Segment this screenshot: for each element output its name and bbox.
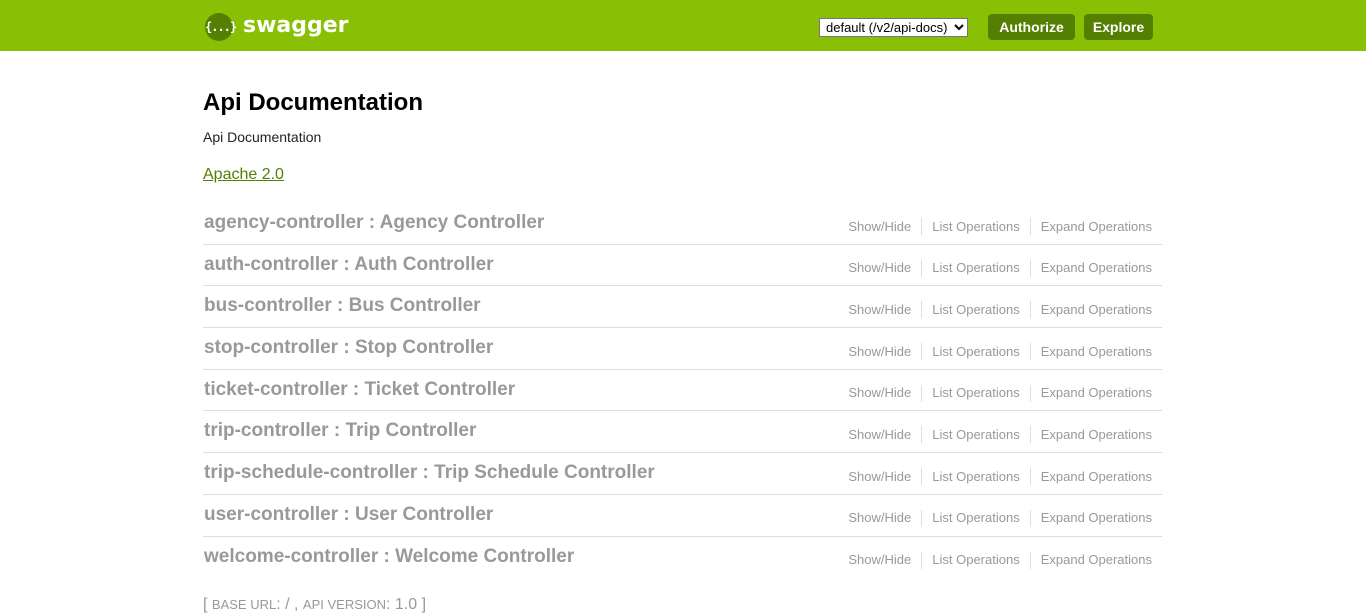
resource-row: welcome-controller : Welcome Controller … [203, 537, 1162, 579]
list-operations-link[interactable]: List Operations [922, 302, 1029, 318]
resource-row: auth-controller : Auth Controller Show/H… [203, 245, 1162, 287]
api-version-label: API VERSION [302, 597, 386, 612]
resource-operations: Show/Hide List Operations Expand Operation… [838, 426, 1152, 444]
resource-row: trip-schedule-controller : Trip Schedule… [203, 453, 1162, 495]
resource-operations: Show/Hide List Operations Expand Operation… [838, 384, 1152, 402]
show-hide-link[interactable]: Show/Hide [838, 219, 921, 235]
resource-title-auth[interactable]: auth-controller : Auth Controller [204, 254, 494, 276]
base-url-value: : / , [276, 596, 299, 613]
resource-title-ticket[interactable]: ticket-controller : Ticket Controller [204, 379, 515, 401]
license-link[interactable]: Apache 2.0 [203, 165, 284, 185]
base-url-label: BASE URL [211, 597, 277, 612]
resource-operations: Show/Hide List Operations Expand Operation… [838, 343, 1152, 361]
list-operations-link[interactable]: List Operations [922, 219, 1029, 235]
show-hide-link[interactable]: Show/Hide [838, 510, 921, 526]
resource-title-agency[interactable]: agency-controller : Agency Controller [204, 212, 544, 234]
resource-operations: Show/Hide List Operations Expand Operation… [838, 509, 1152, 527]
authorize-button[interactable]: Authorize [988, 14, 1075, 40]
resource-row: user-controller : User Controller Show/H… [203, 495, 1162, 537]
expand-operations-link[interactable]: Expand Operations [1031, 260, 1152, 276]
expand-operations-link[interactable]: Expand Operations [1031, 385, 1152, 401]
api-spec-select[interactable]: default (/v2/api-docs) [819, 18, 968, 37]
resource-operations: Show/Hide List Operations Expand Operation… [838, 468, 1152, 486]
footer-open-bracket: [ [203, 596, 208, 613]
footer-close-bracket: ] [421, 596, 427, 613]
explore-button[interactable]: Explore [1084, 14, 1153, 40]
expand-operations-link[interactable]: Expand Operations [1031, 219, 1152, 235]
api-title: Api Documentation [203, 89, 423, 116]
show-hide-link[interactable]: Show/Hide [838, 385, 921, 401]
resource-operations: Show/Hide List Operations Expand Operation… [838, 259, 1152, 277]
resource-title-user[interactable]: user-controller : User Controller [204, 504, 493, 526]
show-hide-link[interactable]: Show/Hide [838, 427, 921, 443]
list-operations-link[interactable]: List Operations [922, 344, 1029, 360]
resource-row: bus-controller : Bus Controller Show/Hid… [203, 286, 1162, 329]
expand-operations-link[interactable]: Expand Operations [1031, 302, 1152, 318]
top-bar: {...} swagger default (/v2/api-docs) Aut… [0, 0, 1366, 51]
resource-list: agency-controller : Agency Controller Sh… [203, 203, 1162, 578]
resource-title-stop[interactable]: stop-controller : Stop Controller [204, 337, 493, 359]
resource-row: trip-controller : Trip Controller Show/H… [203, 411, 1162, 454]
resource-operations: Show/Hide List Operations Expand Operation… [838, 218, 1152, 235]
list-operations-link[interactable]: List Operations [922, 510, 1029, 526]
list-operations-link[interactable]: List Operations [922, 469, 1029, 485]
api-description: Api Documentation [203, 129, 322, 145]
resource-row: ticket-controller : Ticket Controller Sh… [203, 370, 1162, 412]
show-hide-link[interactable]: Show/Hide [838, 469, 921, 485]
show-hide-link[interactable]: Show/Hide [838, 552, 921, 568]
swagger-logo-icon[interactable]: {...} [205, 13, 237, 41]
resource-title-welcome[interactable]: welcome-controller : Welcome Controller [204, 546, 574, 568]
expand-operations-link[interactable]: Expand Operations [1031, 552, 1152, 568]
resource-operations: Show/Hide List Operations Expand Operation… [838, 301, 1152, 319]
resource-row: stop-controller : Stop Controller Show/H… [203, 328, 1162, 370]
expand-operations-link[interactable]: Expand Operations [1031, 427, 1152, 443]
expand-operations-link[interactable]: Expand Operations [1031, 344, 1152, 360]
list-operations-link[interactable]: List Operations [922, 385, 1029, 401]
expand-operations-link[interactable]: Expand Operations [1031, 510, 1152, 526]
api-version-value: : 1.0 [385, 596, 418, 613]
show-hide-link[interactable]: Show/Hide [838, 260, 921, 276]
show-hide-link[interactable]: Show/Hide [838, 344, 921, 360]
resource-title-trip[interactable]: trip-controller : Trip Controller [204, 420, 476, 442]
show-hide-link[interactable]: Show/Hide [838, 302, 921, 318]
list-operations-link[interactable]: List Operations [922, 552, 1029, 568]
resource-title-bus[interactable]: bus-controller : Bus Controller [204, 295, 481, 317]
brand-name[interactable]: swagger [243, 11, 349, 41]
resource-row: agency-controller : Agency Controller Sh… [203, 203, 1162, 245]
resource-title-trip-schedule[interactable]: trip-schedule-controller : Trip Schedule… [204, 462, 655, 484]
list-operations-link[interactable]: List Operations [922, 427, 1029, 443]
resource-operations: Show/Hide List Operations Expand Operation… [838, 551, 1152, 569]
list-operations-link[interactable]: List Operations [922, 260, 1029, 276]
expand-operations-link[interactable]: Expand Operations [1031, 469, 1152, 485]
